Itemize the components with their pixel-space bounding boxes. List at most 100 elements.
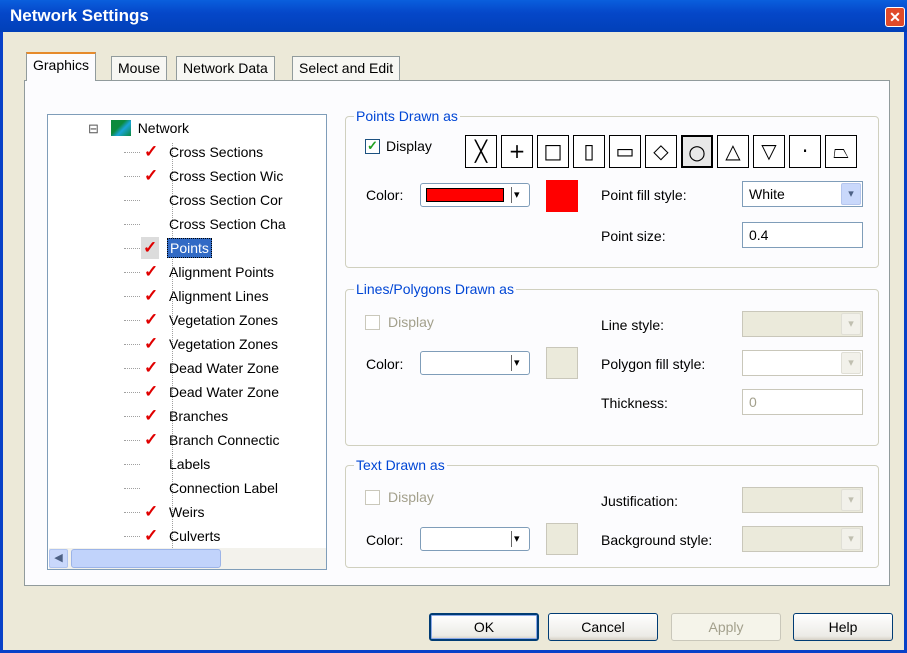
background-style-select[interactable]: ▾ bbox=[742, 526, 863, 552]
checkmark-icon[interactable]: ✓ bbox=[144, 165, 158, 187]
points-color-label: Color: bbox=[366, 187, 404, 203]
tree-item-label: Cross Sections bbox=[169, 144, 264, 160]
points-color-swatch bbox=[426, 188, 504, 202]
lines-group-title: Lines/Polygons Drawn as bbox=[354, 281, 516, 297]
tree-guide-line bbox=[124, 392, 140, 393]
text-color-picker[interactable]: ▾ bbox=[420, 527, 530, 551]
checkmark-icon[interactable]: ✓ bbox=[144, 429, 158, 451]
help-button[interactable]: Help bbox=[793, 613, 893, 641]
scroll-left-button[interactable]: ◀ bbox=[49, 549, 68, 568]
tree-guide-line bbox=[124, 224, 140, 225]
tree-root-network[interactable]: ⊟ Network bbox=[88, 117, 189, 139]
checkmark-icon[interactable]: ✓ bbox=[141, 237, 160, 259]
tree-item-label: Vegetation Zones bbox=[169, 336, 278, 352]
point-fill-style-select[interactable]: White ▾ bbox=[742, 181, 863, 207]
tree-item-label: Vegetation Zones bbox=[169, 312, 278, 328]
tree-guide-line bbox=[124, 320, 140, 321]
points-color-preview bbox=[546, 180, 578, 212]
scroll-thumb-horizontal[interactable] bbox=[71, 549, 221, 568]
point-symbol-button[interactable]: ◇ bbox=[645, 135, 677, 168]
checkmark-icon[interactable]: ✓ bbox=[144, 333, 158, 355]
text-group: Text Drawn as bbox=[345, 457, 879, 568]
point-symbol-button[interactable]: ▯ bbox=[573, 135, 605, 168]
point-size-input[interactable]: 0.4 bbox=[742, 222, 863, 248]
points-group-title: Points Drawn as bbox=[354, 108, 460, 124]
point-symbol-button[interactable]: △ bbox=[717, 135, 749, 168]
tree-guide-line bbox=[124, 344, 140, 345]
tree-guide-line bbox=[124, 536, 140, 537]
tree-item-label: Labels bbox=[169, 456, 211, 472]
point-size-value: 0.4 bbox=[749, 227, 769, 243]
tree-item-label: Dead Water Zone bbox=[169, 384, 279, 400]
tree-item-label: Dead Water Zone bbox=[169, 360, 279, 376]
line-style-label: Line style: bbox=[601, 317, 665, 333]
picker-separator bbox=[511, 531, 512, 547]
collapse-icon[interactable]: ⊟ bbox=[88, 121, 99, 136]
network-icon bbox=[110, 120, 131, 136]
point-symbol-button[interactable]: ╳ bbox=[465, 135, 497, 168]
checkmark-icon[interactable]: ✓ bbox=[144, 261, 158, 283]
tree-horizontal-scrollbar[interactable]: ◀ ▶ bbox=[49, 548, 326, 569]
checkmark-icon[interactable]: ✓ bbox=[144, 525, 158, 547]
chevron-down-icon[interactable]: ▾ bbox=[841, 352, 861, 374]
point-symbol-button[interactable]: + bbox=[501, 135, 533, 168]
polygon-fill-style-select[interactable]: ▾ bbox=[742, 350, 863, 376]
points-color-picker[interactable]: ▾ bbox=[420, 183, 530, 207]
justification-label: Justification: bbox=[601, 493, 679, 509]
justification-select[interactable]: ▾ bbox=[742, 487, 863, 513]
tree-item-label: Branch Connectic bbox=[169, 432, 280, 448]
thickness-input[interactable]: 0 bbox=[742, 389, 863, 415]
chevron-down-icon[interactable]: ▾ bbox=[841, 313, 861, 335]
checkmark-icon[interactable]: ✓ bbox=[144, 405, 158, 427]
tree-guide-line bbox=[124, 368, 140, 369]
points-display-checkbox[interactable]: ✓ bbox=[365, 139, 380, 154]
tree-guide-line bbox=[124, 152, 140, 153]
lines-display-checkbox[interactable] bbox=[365, 315, 380, 330]
text-group-title: Text Drawn as bbox=[354, 457, 447, 473]
checkmark-icon[interactable]: ✓ bbox=[144, 381, 158, 403]
close-button[interactable]: ✕ bbox=[885, 7, 905, 27]
line-style-select[interactable]: ▾ bbox=[742, 311, 863, 337]
background-style-label: Background style: bbox=[601, 532, 713, 548]
point-symbol-button[interactable]: ○ bbox=[681, 135, 713, 168]
lines-color-label: Color: bbox=[366, 356, 404, 372]
checkmark-icon[interactable]: ✓ bbox=[144, 309, 158, 331]
tab-mouse[interactable]: Mouse bbox=[111, 56, 168, 80]
point-size-label: Point size: bbox=[601, 228, 666, 244]
lines-color-picker[interactable]: ▾ bbox=[420, 351, 530, 375]
polygon-fill-style-label: Polygon fill style: bbox=[601, 356, 706, 372]
point-symbol-button[interactable]: · bbox=[789, 135, 821, 168]
checkmark-icon[interactable]: ✓ bbox=[144, 285, 158, 307]
cancel-button[interactable]: Cancel bbox=[548, 613, 658, 641]
tab-select-and-edit[interactable]: Select and Edit bbox=[292, 56, 401, 80]
tree-guide-line bbox=[124, 272, 140, 273]
tree-item-label: Connection Label bbox=[169, 480, 278, 496]
ok-button[interactable]: OK bbox=[429, 613, 539, 641]
picker-separator bbox=[511, 355, 512, 371]
point-symbol-button[interactable]: ▭ bbox=[609, 135, 641, 168]
checkmark-icon[interactable]: ✓ bbox=[144, 141, 158, 163]
thickness-label: Thickness: bbox=[601, 395, 668, 411]
tree-guide-line bbox=[124, 440, 140, 441]
text-display-checkbox[interactable] bbox=[365, 490, 380, 505]
scroll-left-icon: ◀ bbox=[54, 552, 63, 564]
checkmark-icon[interactable]: ✓ bbox=[144, 501, 158, 523]
tab-graphics[interactable]: Graphics bbox=[26, 52, 97, 81]
tree-item-label: Cross Section Cor bbox=[169, 192, 283, 208]
chevron-down-icon: ▾ bbox=[514, 189, 520, 201]
point-symbol-button[interactable]: □ bbox=[537, 135, 569, 168]
point-fill-style-value: White bbox=[749, 186, 785, 202]
checkmark-icon[interactable]: ✓ bbox=[144, 357, 158, 379]
tab-network-data[interactable]: Network Data bbox=[176, 56, 275, 80]
apply-button[interactable]: Apply bbox=[671, 613, 781, 641]
layer-tree[interactable]: ⊟ Network ✓ Cross Sections ✓ Cross Section … bbox=[47, 114, 327, 570]
tree-guide-line bbox=[124, 464, 140, 465]
chevron-down-icon[interactable]: ▾ bbox=[841, 528, 861, 550]
chevron-down-icon[interactable]: ▾ bbox=[841, 183, 861, 205]
point-symbol-picker[interactable]: ╳ + □ ▯ ▭ ◇ ○ △ ▽ · ⏢ bbox=[465, 135, 863, 169]
chevron-down-icon[interactable]: ▾ bbox=[841, 489, 861, 511]
point-symbol-button[interactable]: ⏢ bbox=[825, 135, 857, 168]
point-symbol-button[interactable]: ▽ bbox=[753, 135, 785, 168]
tree-guide-line bbox=[124, 176, 140, 177]
chevron-down-icon: ▾ bbox=[514, 357, 520, 369]
